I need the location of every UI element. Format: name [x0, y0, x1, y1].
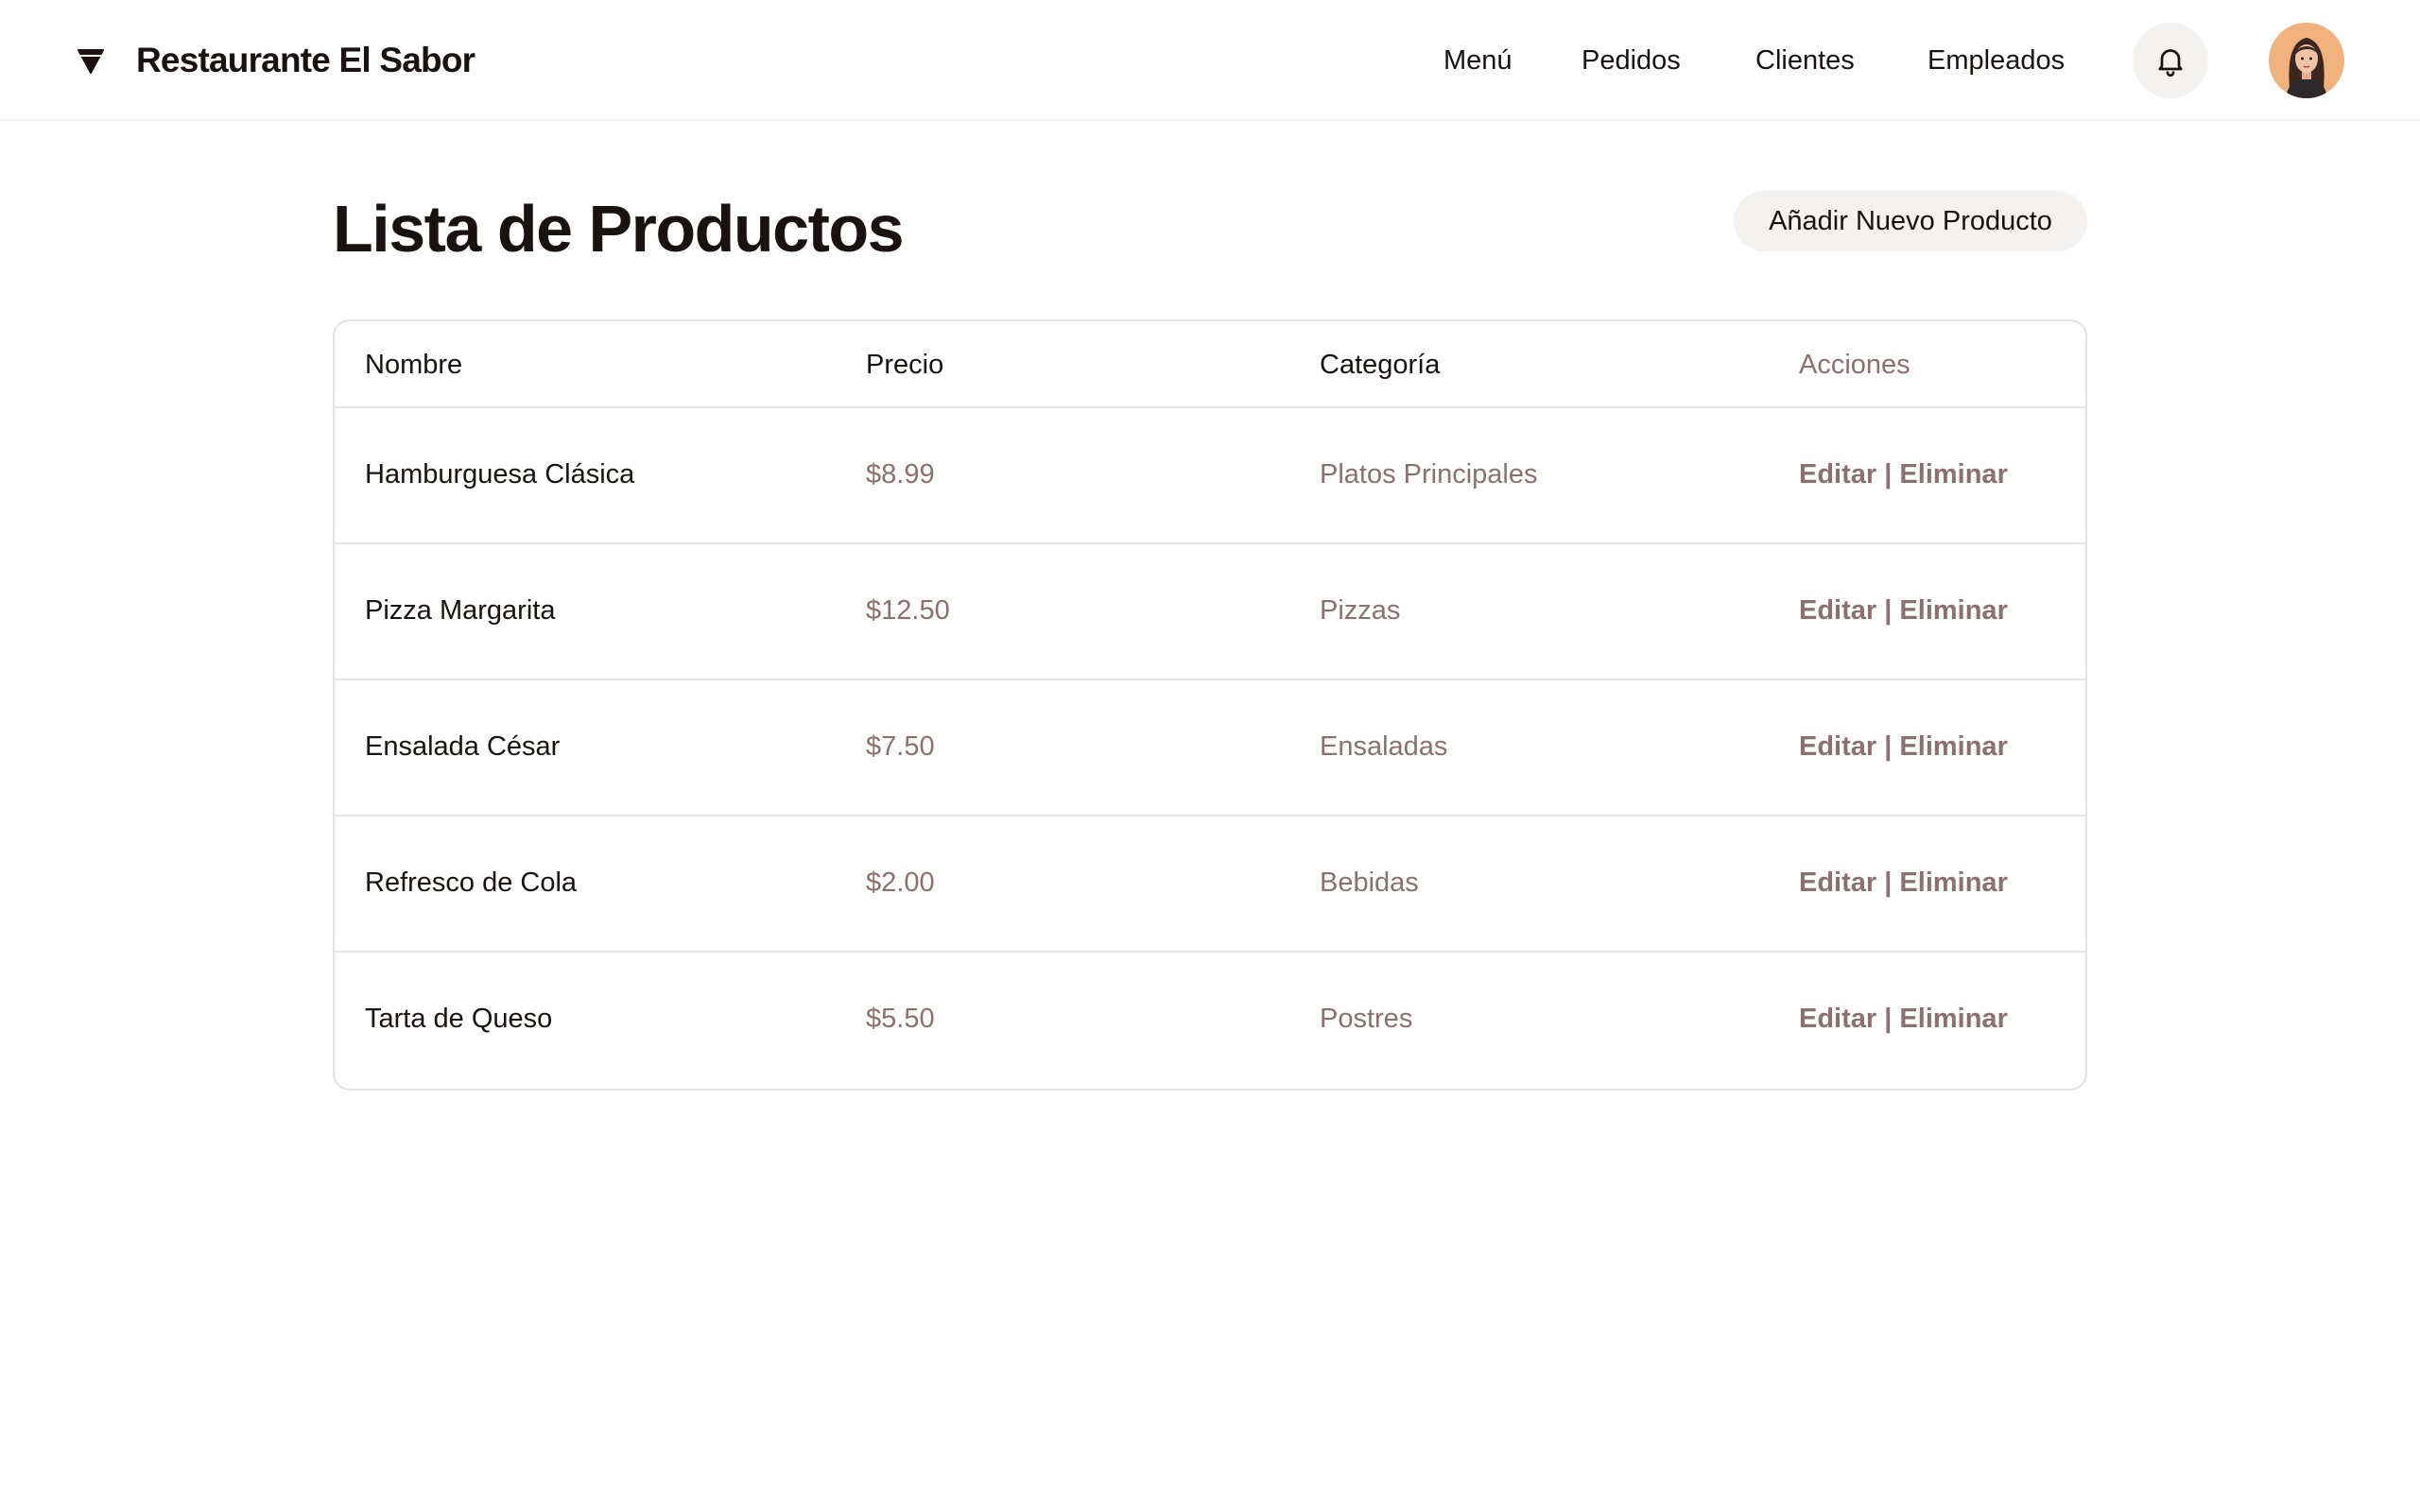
product-price: $12.50: [866, 595, 950, 626]
table-row: Refresco de Cola $2.00 Bebidas Editar | …: [335, 816, 2085, 953]
product-category: Postres: [1320, 1004, 1413, 1034]
nav-orders[interactable]: Pedidos: [1582, 38, 1681, 83]
delete-link[interactable]: Eliminar: [1899, 595, 2007, 626]
column-header-category: Categoría: [1320, 350, 1441, 380]
row-actions: Editar | Eliminar: [1799, 588, 2008, 633]
add-product-button[interactable]: Añadir Nuevo Producto: [1734, 191, 2087, 251]
top-navbar: Restaurante El Sabor Menú Pedidos Client…: [0, 0, 2420, 121]
table-row: Hamburguesa Clásica $8.99 Platos Princip…: [335, 408, 2085, 544]
product-price: $2.00: [866, 868, 935, 898]
brand-title: Restaurante El Sabor: [136, 41, 475, 79]
row-actions: Editar | Eliminar: [1799, 452, 2008, 497]
actions-separator: |: [1876, 868, 1900, 898]
column-header-price: Precio: [866, 350, 944, 380]
product-name: Tarta de Queso: [365, 1004, 553, 1034]
avatar-portrait-icon: [2269, 23, 2344, 98]
products-table: Nombre Precio Categoría Acciones Hamburg…: [333, 319, 2087, 1091]
product-price: $5.50: [866, 1004, 935, 1034]
edit-link[interactable]: Editar: [1799, 731, 1876, 762]
user-avatar[interactable]: [2269, 23, 2344, 98]
edit-link[interactable]: Editar: [1799, 459, 1876, 490]
edit-link[interactable]: Editar: [1799, 868, 1876, 898]
column-header-name: Nombre: [365, 350, 463, 380]
diamond-logo-icon: [78, 49, 104, 74]
table-header: Nombre Precio Categoría Acciones: [335, 321, 2085, 408]
table-row: Ensalada César $7.50 Ensaladas Editar | …: [335, 680, 2085, 816]
product-name: Refresco de Cola: [365, 868, 578, 898]
actions-separator: |: [1876, 459, 1900, 490]
product-category: Bebidas: [1320, 868, 1419, 898]
edit-link[interactable]: Editar: [1799, 1004, 1876, 1034]
product-category: Pizzas: [1320, 595, 1401, 626]
product-price: $8.99: [866, 459, 935, 490]
product-name: Pizza Margarita: [365, 595, 556, 626]
actions-separator: |: [1876, 731, 1900, 762]
delete-link[interactable]: Eliminar: [1899, 459, 2007, 490]
actions-separator: |: [1876, 595, 1900, 626]
bell-icon: [2158, 49, 2183, 77]
column-header-actions: Acciones: [1799, 350, 1910, 380]
page-title: Lista de Productos: [333, 192, 905, 266]
nav-clients[interactable]: Clientes: [1755, 38, 1855, 83]
row-actions: Editar | Eliminar: [1799, 996, 2008, 1041]
product-category: Platos Principales: [1320, 459, 1538, 490]
delete-link[interactable]: Eliminar: [1899, 1004, 2007, 1034]
delete-link[interactable]: Eliminar: [1899, 731, 2007, 762]
product-name: Ensalada César: [365, 731, 561, 762]
nav-employees[interactable]: Empleados: [1927, 38, 2065, 83]
product-category: Ensaladas: [1320, 731, 1448, 762]
product-price: $7.50: [866, 731, 935, 762]
row-actions: Editar | Eliminar: [1799, 860, 2008, 905]
delete-link[interactable]: Eliminar: [1899, 868, 2007, 898]
row-actions: Editar | Eliminar: [1799, 724, 2008, 769]
nav-menu[interactable]: Menú: [1443, 38, 1512, 83]
product-name: Hamburguesa Clásica: [365, 459, 635, 490]
notifications-button[interactable]: [2133, 23, 2208, 98]
table-row: Pizza Margarita $12.50 Pizzas Editar | E…: [335, 544, 2085, 680]
table-row: Tarta de Queso $5.50 Postres Editar | El…: [335, 953, 2085, 1089]
actions-separator: |: [1876, 1004, 1900, 1034]
edit-link[interactable]: Editar: [1799, 595, 1876, 626]
